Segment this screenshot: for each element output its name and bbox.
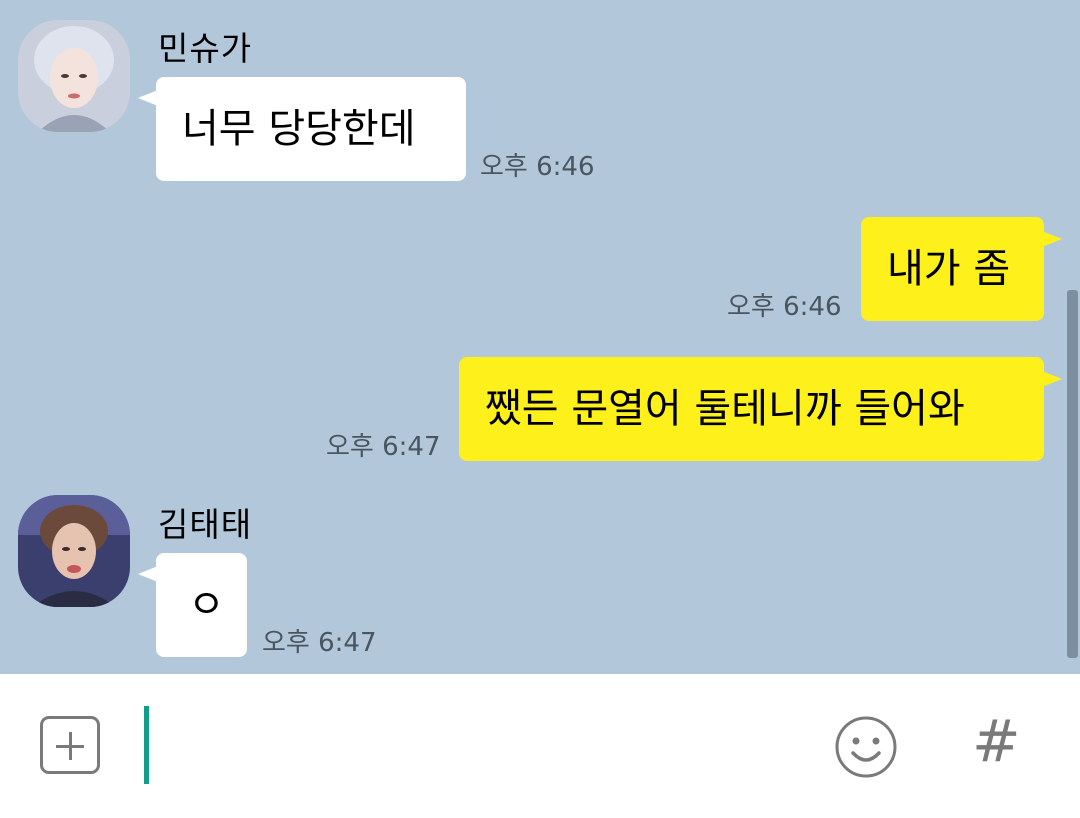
chat-area: 민슈가 너무 당당한데 오후 6:46 오후 6:46 내가 좀 오후 6:47… [0, 0, 1080, 674]
text-cursor [144, 706, 149, 784]
message-text: ㅇ [188, 582, 225, 628]
bubble-tail [1042, 231, 1062, 247]
message-time: 오후 6:47 [326, 432, 441, 462]
message-bubble[interactable]: ㅇ [156, 553, 247, 657]
bubble-tail [1042, 371, 1062, 387]
sender-name: 김태태 [158, 505, 253, 544]
message-input[interactable] [140, 696, 824, 794]
profile-photo-icon [18, 20, 130, 132]
bubble-tail [138, 566, 158, 582]
plus-square-icon[interactable] [40, 716, 100, 774]
message-time: 오후 6:46 [480, 152, 595, 182]
message-time: 오후 6:47 [262, 628, 377, 658]
message-text: 내가 좀 [887, 246, 1011, 292]
avatar-min-syuga[interactable] [18, 20, 130, 132]
avatar-kim-taetae[interactable] [18, 495, 130, 607]
scrollbar[interactable] [1067, 290, 1078, 658]
profile-photo-icon [18, 495, 130, 607]
message-bubble[interactable]: 내가 좀 [861, 217, 1044, 321]
message-time: 오후 6:46 [727, 292, 842, 322]
hashtag-icon[interactable]: # [972, 712, 1021, 770]
bubble-tail [138, 90, 158, 106]
smiley-icon [835, 716, 897, 778]
message-text: 너무 당당한데 [182, 106, 416, 152]
message-text: 쨌든 문열어 둘테니까 들어와 [485, 386, 965, 432]
smiley-icon[interactable] [834, 715, 898, 779]
message-bubble[interactable]: 쨌든 문열어 둘테니까 들어와 [459, 357, 1044, 461]
sender-name: 민슈가 [158, 29, 253, 68]
message-bubble[interactable]: 너무 당당한데 [156, 77, 466, 181]
